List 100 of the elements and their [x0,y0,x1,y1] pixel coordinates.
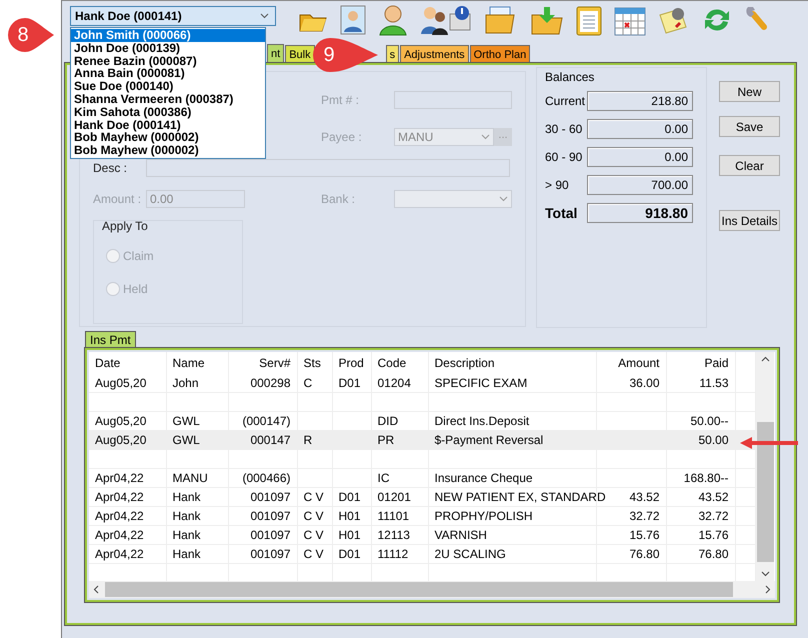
column-header[interactable]: Description [434,356,495,370]
people-printer-icon[interactable] [420,4,472,36]
table-cell: Insurance Cheque [434,471,533,485]
dropdown-option[interactable]: John Doe (000139) [71,42,265,55]
balance-label: > 90 [545,178,570,192]
chevron-icon [260,13,269,19]
folder-download-icon[interactable] [530,5,564,35]
balance-value: 218.80 [587,90,693,110]
balance-label: 60 - 90 [545,150,584,164]
total-value: 918.80 [587,202,693,222]
tab[interactable]: Bulk [285,45,315,63]
table-cell: C V [304,547,324,561]
clipboard-icon[interactable] [576,4,602,36]
table-cell: DID [378,414,398,428]
scroll-down-icon[interactable] [760,571,770,577]
table-cell: Apr04,22 [95,547,144,561]
table-cell: C V [304,509,324,523]
table-cell: Aug05,20 [95,414,146,428]
field-label: Bank : [321,192,356,206]
scroll-up-icon[interactable] [760,356,770,362]
tab[interactable]: nt [267,44,284,63]
table-cell: 001097 [250,509,290,523]
table-cell: 50.00 [698,433,728,447]
tab[interactable]: Ins Pmt [85,331,136,348]
dropdown-option[interactable]: Bob Mayhew (000002) [71,131,265,144]
table-cell: 36.00 [629,376,660,390]
table-cell: Hank [172,509,201,523]
portrait-icon[interactable] [340,5,366,35]
table-cell: (000147) [242,414,290,428]
column-header[interactable]: Sts [304,356,321,370]
tab[interactable]: Adjustments [400,45,469,63]
table-cell: Apr04,22 [95,490,144,504]
dropdown-option[interactable]: Kim Sahota (000386) [71,106,265,119]
group-title: Balances [545,70,596,84]
chevron-icon [499,196,508,202]
table-cell: 11.53 [699,376,728,390]
dropdown-option[interactable]: John Smith (000066) [71,29,265,42]
dropdown-option[interactable]: Renee Bazin (000087) [71,54,265,68]
patient-dropdown[interactable]: Hank Doe (000141) [70,6,276,26]
table-cell: 12113 [378,528,410,542]
scroll-right-icon[interactable] [765,585,771,594]
column-header[interactable]: Prod [338,356,364,370]
table-cell: 001097 [250,490,290,504]
table-cell: 01201 [378,490,411,504]
table-cell: D01 [338,490,361,504]
table-cell: PROPHY/POLISH [434,509,533,523]
action-button[interactable]: Clear [719,155,780,176]
column-header[interactable]: Date [95,356,120,370]
table-cell: (000466) [242,471,290,485]
table-cell: IC [378,471,390,485]
person-icon[interactable] [378,4,408,36]
column-header[interactable]: Paid [704,356,728,370]
balance-value: 700.00 [587,174,693,194]
dropdown-option[interactable]: Shanna Vermeeren (000387) [71,92,265,106]
table-cell: C V [304,528,324,542]
column-header[interactable]: Amount [618,356,660,370]
table-cell: H01 [338,509,361,523]
chevron-icon [481,134,490,140]
table-cell: 15.76 [698,528,728,542]
table-cell: 11112 [378,547,408,561]
horizontal-scrollbar[interactable] [89,581,775,598]
total-label: Total [545,204,578,220]
table-cell: 01204 [378,376,411,390]
table-cell: D01 [338,547,361,561]
table-cell: 32.72 [629,509,660,523]
scroll-left-icon[interactable] [93,585,99,594]
tab[interactable]: Ortho Plan [470,45,530,63]
balance-value: 0.00 [587,146,693,166]
column-header[interactable]: Code [378,356,406,370]
table-cell: 76.80 [698,547,728,561]
column-header[interactable]: Name [172,356,205,370]
action-button[interactable]: New [719,81,780,102]
table-cell: R [304,433,312,447]
dropdown-option[interactable]: Sue Doe (000140) [71,80,265,93]
table-cell: John [172,376,199,390]
table-cell: 50.00-- [690,414,728,428]
dropdown-option[interactable]: Hank Doe (000141) [71,118,265,132]
dropdown-option[interactable]: Anna Bain (000081) [71,67,265,80]
table-cell: NEW PATIENT EX, STANDARD [434,490,606,504]
field-label: Amount : [93,192,142,206]
vertical-scrollbar[interactable] [756,352,774,581]
table-cell: Aug05,20 [95,433,146,447]
dropdown-option[interactable]: Bob Mayhew (000002) [71,144,265,157]
action-button[interactable]: Save [719,116,780,137]
table-cell: MANU [172,471,208,485]
column-header[interactable]: Serv# [259,356,290,370]
table-cell: Apr04,22 [95,509,144,523]
action-button[interactable]: Ins Details [719,210,780,231]
step-callout: 9 [310,37,380,73]
table-cell: 15.76 [629,528,660,542]
table-cell: Direct Ins.Deposit [434,414,530,428]
table-cell: SPECIFIC EXAM [434,376,528,390]
table-cell: 001097 [250,547,290,561]
table-cell: $-Payment Reversal [434,433,544,447]
table-cell: PR [378,433,394,447]
table-cell: 168.80-- [684,471,728,485]
field-label: Payee : [321,130,363,144]
tab[interactable]: s [386,45,400,63]
table-cell: GWL [172,433,200,447]
balance-label: Current [545,94,586,108]
